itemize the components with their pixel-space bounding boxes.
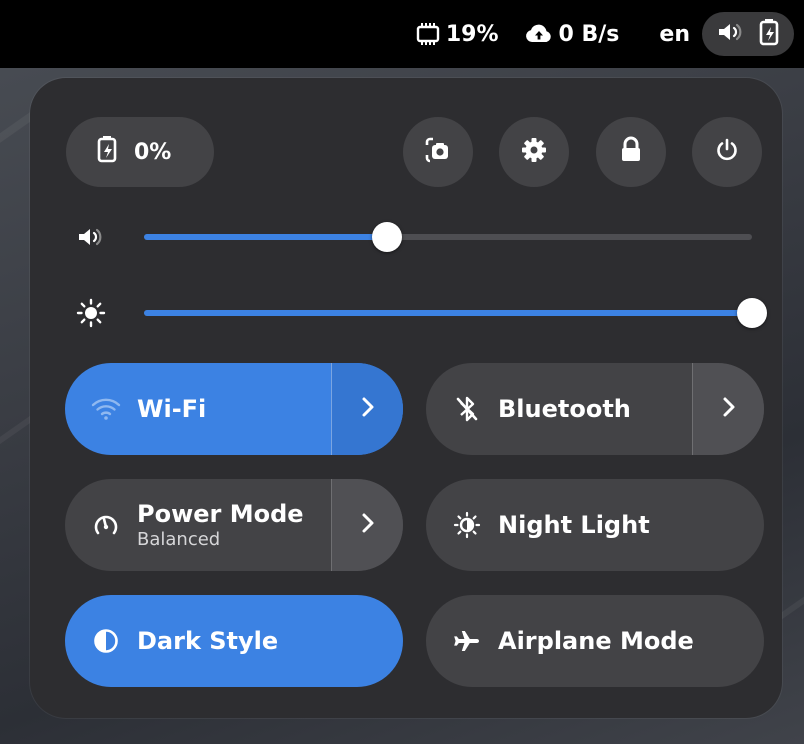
night-light-icon [452, 510, 482, 540]
volume-slider-fill [144, 234, 388, 240]
gear-icon [520, 136, 548, 168]
battery-charging-icon [96, 135, 118, 169]
night-light-label: Night Light [498, 511, 650, 539]
bluetooth-disabled-icon [452, 394, 482, 424]
volume-slider-handle[interactable] [372, 222, 403, 252]
bluetooth-menu-button[interactable] [692, 363, 764, 455]
power-mode-toggle-main[interactable]: Power Mode Balanced [65, 479, 331, 571]
wifi-menu-button[interactable] [331, 363, 403, 455]
wifi-label: Wi-Fi [137, 395, 207, 423]
volume-slider[interactable] [74, 217, 752, 257]
brightness-slider-fill [144, 310, 752, 316]
night-light-toggle-main[interactable]: Night Light [426, 479, 764, 571]
power-mode-text: Power Mode Balanced [137, 500, 304, 550]
dark-style-icon [91, 626, 121, 656]
system-menu-button[interactable] [702, 12, 794, 56]
bluetooth-toggle-main[interactable]: Bluetooth [426, 363, 692, 455]
volume-slider-track[interactable] [144, 222, 752, 252]
lock-button[interactable] [596, 117, 666, 187]
language-label: en [659, 21, 690, 47]
power-mode-label: Power Mode [137, 499, 304, 528]
wifi-toggle[interactable]: Wi-Fi [65, 363, 403, 455]
dark-style-toggle-main[interactable]: Dark Style [65, 595, 403, 687]
brightness-slider[interactable] [74, 293, 767, 333]
settings-button[interactable] [499, 117, 569, 187]
airplane-mode-toggle-main[interactable]: Airplane Mode [426, 595, 764, 687]
battery-status-button[interactable]: 0% [66, 117, 214, 187]
power-button[interactable] [692, 117, 762, 187]
battery-percentage: 0% [134, 139, 172, 165]
cpu-indicator[interactable]: 19% [414, 20, 499, 48]
power-mode-sublabel: Balanced [137, 528, 221, 550]
airplane-mode-toggle[interactable]: Airplane Mode [426, 595, 764, 687]
screenshot-button[interactable] [403, 117, 473, 187]
power-mode-toggle[interactable]: Power Mode Balanced [65, 479, 403, 571]
wifi-icon [91, 394, 121, 424]
cloud-upload-icon [525, 22, 553, 46]
dark-style-label: Dark Style [137, 627, 279, 655]
brightness-icon [74, 296, 108, 330]
dark-style-toggle[interactable]: Dark Style [65, 595, 403, 687]
volume-icon [74, 220, 108, 254]
screenshot-icon [423, 135, 453, 169]
battery-charging-icon [758, 18, 780, 50]
network-speed: 0 B/s [558, 21, 620, 47]
bluetooth-label: Bluetooth [498, 395, 631, 423]
power-mode-menu-button[interactable] [331, 479, 403, 571]
power-mode-icon [91, 510, 121, 540]
quick-settings-panel: 0% Wi-Fi Bluetooth Power Mode Balanced N… [30, 78, 782, 718]
top-bar: 19% 0 B/s en [0, 0, 804, 68]
chevron-right-icon [360, 511, 376, 539]
airplane-icon [452, 626, 482, 656]
chevron-right-icon [721, 395, 737, 423]
night-light-toggle[interactable]: Night Light [426, 479, 764, 571]
cpu-icon [414, 20, 442, 48]
chevron-right-icon [360, 395, 376, 423]
brightness-slider-handle[interactable] [737, 298, 767, 328]
network-indicator[interactable]: 0 B/s [525, 21, 620, 47]
power-icon [714, 137, 740, 167]
wifi-toggle-main[interactable]: Wi-Fi [65, 363, 331, 455]
language-indicator[interactable]: en [659, 22, 690, 47]
bluetooth-toggle[interactable]: Bluetooth [426, 363, 764, 455]
lock-icon [619, 136, 643, 168]
volume-icon [716, 20, 744, 48]
cpu-value: 19% [445, 21, 499, 47]
airplane-mode-label: Airplane Mode [498, 627, 694, 655]
brightness-slider-track[interactable] [144, 298, 767, 328]
